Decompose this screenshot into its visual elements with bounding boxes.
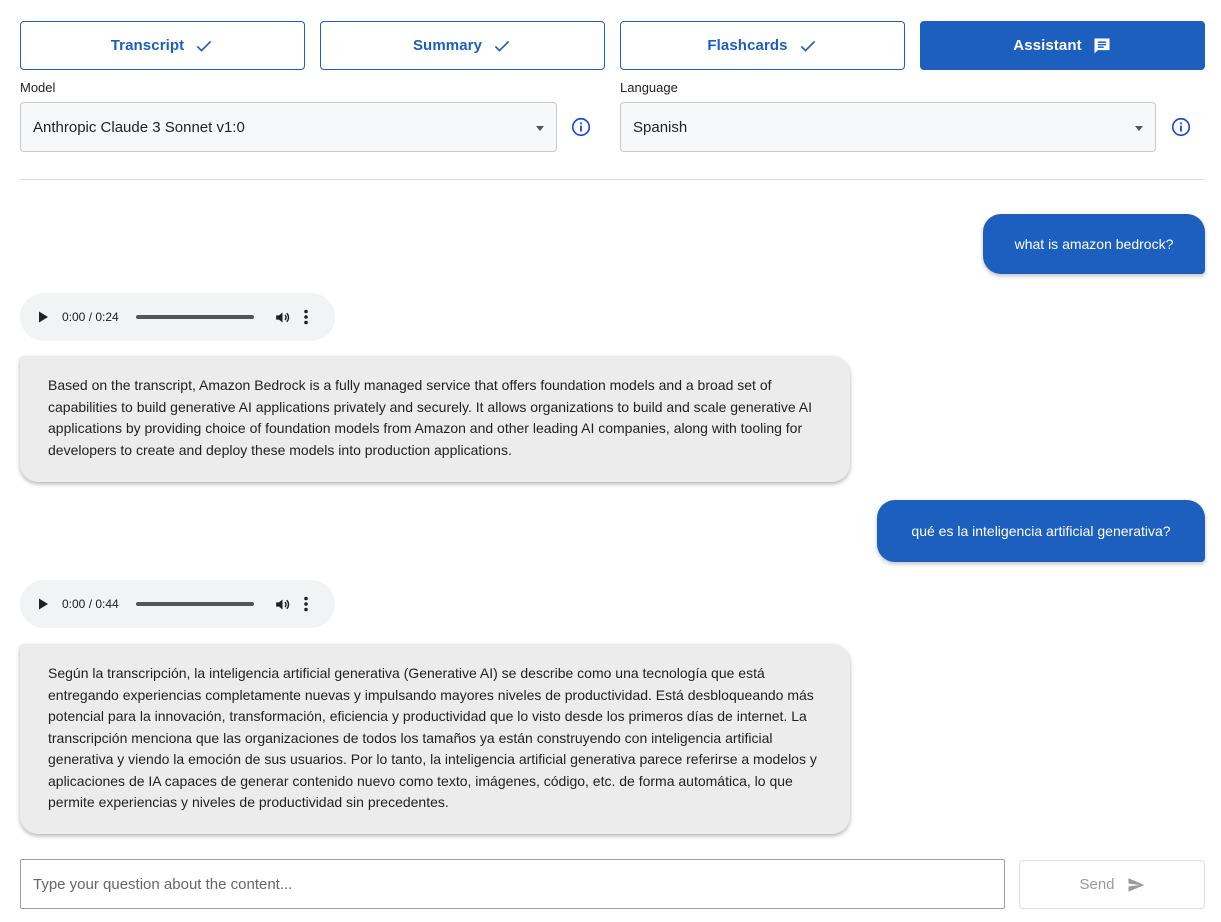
- model-select[interactable]: Anthropic Claude 3 Sonnet v1:0: [20, 102, 557, 152]
- chat-icon: [1094, 38, 1110, 53]
- tab-assistant[interactable]: Assistant: [920, 21, 1205, 70]
- tab-transcript-label: Transcript: [110, 37, 185, 54]
- language-info-button[interactable]: [1170, 116, 1192, 138]
- question-input[interactable]: [20, 859, 1005, 909]
- play-icon[interactable]: [36, 310, 50, 324]
- audio-progress-slider[interactable]: [136, 315, 254, 319]
- volume-icon[interactable]: [274, 309, 291, 326]
- user-message: what is amazon bedrock?: [983, 214, 1205, 274]
- caret-down-icon: [536, 126, 544, 131]
- tab-summary-label: Summary: [412, 37, 483, 54]
- info-icon: [1171, 117, 1191, 137]
- user-message: qué es la inteligencia artificial genera…: [877, 500, 1205, 562]
- audio-time: 0:00 / 0:24: [62, 310, 119, 324]
- language-label: Language: [620, 80, 678, 95]
- check-icon: [800, 40, 815, 52]
- tab-assistant-label: Assistant: [1013, 37, 1082, 54]
- assistant-message: Based on the transcript, Amazon Bedrock …: [20, 356, 850, 482]
- assistant-message: Según la transcripción, la inteligencia …: [20, 644, 850, 834]
- more-options-icon[interactable]: [303, 309, 309, 325]
- audio-player: 0:00 / 0:44: [20, 580, 335, 628]
- assistant-message-text: Based on the transcript, Amazon Bedrock …: [48, 377, 812, 458]
- model-label: Model: [20, 80, 56, 95]
- model-info-button[interactable]: [570, 116, 592, 138]
- more-options-icon[interactable]: [303, 596, 309, 612]
- audio-time: 0:00 / 0:44: [62, 597, 119, 611]
- assistant-message-text: Según la transcripción, la inteligencia …: [48, 665, 817, 810]
- assistant-page: Transcript Summary Flashcards Assistant …: [0, 0, 1221, 922]
- check-icon: [197, 40, 212, 52]
- user-message-text: qué es la inteligencia artificial genera…: [911, 523, 1171, 539]
- tab-flashcards[interactable]: Flashcards: [620, 21, 905, 70]
- model-select-value: Anthropic Claude 3 Sonnet v1:0: [33, 118, 245, 136]
- caret-down-icon: [1135, 126, 1143, 131]
- send-icon: [1128, 877, 1144, 892]
- language-select[interactable]: Spanish: [620, 102, 1156, 152]
- language-select-value: Spanish: [633, 118, 688, 136]
- tab-bar: Transcript Summary Flashcards Assistant: [20, 21, 1205, 70]
- user-message-text: what is amazon bedrock?: [1014, 236, 1174, 252]
- send-button-label: Send: [1079, 876, 1115, 893]
- info-icon: [571, 117, 591, 137]
- tab-summary[interactable]: Summary: [320, 21, 605, 70]
- check-icon: [494, 40, 510, 52]
- audio-player: 0:00 / 0:24: [20, 293, 335, 341]
- volume-icon[interactable]: [274, 596, 291, 613]
- tab-transcript[interactable]: Transcript: [20, 21, 305, 70]
- tab-flashcards-label: Flashcards: [707, 37, 788, 54]
- audio-progress-slider[interactable]: [136, 602, 254, 606]
- play-icon[interactable]: [36, 597, 50, 611]
- send-button[interactable]: Send: [1019, 860, 1205, 909]
- divider: [20, 179, 1205, 180]
